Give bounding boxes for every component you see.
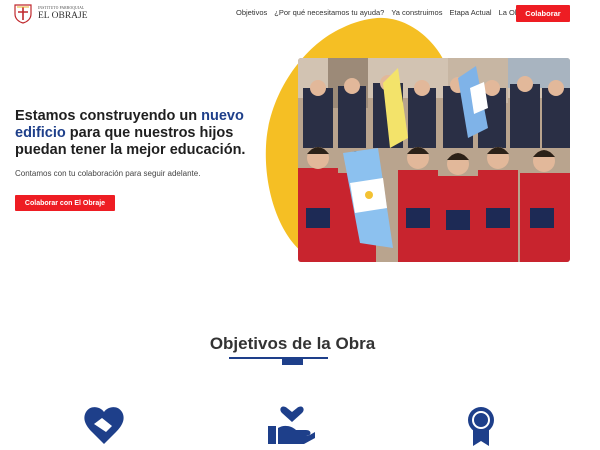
- nav-etapa-actual[interactable]: Etapa Actual: [449, 8, 491, 17]
- award-ribbon-icon: [468, 407, 494, 446]
- logo-big-text: EL OBRAJE: [38, 10, 88, 21]
- logo-small-text: INSTITUTO PARROQUIAL: [38, 5, 85, 10]
- hero-title-part1: Estamos construyendo un: [15, 108, 202, 124]
- colaborar-button[interactable]: Colaborar: [516, 5, 570, 22]
- handshake-heart-icon: [84, 407, 124, 444]
- hero-title: Estamos construyendo un nuevo edificio p…: [15, 108, 265, 159]
- crest-icon: [14, 4, 32, 24]
- hero-photo: [298, 58, 570, 262]
- school-logo[interactable]: INSTITUTO PARROQUIAL EL OBRAJE: [14, 4, 88, 24]
- hand-holding-heart-icon: [268, 406, 315, 444]
- colaborar-hero-button[interactable]: Colaborar con El Obraje: [15, 195, 115, 211]
- hero-subtitle: Contamos con tu colaboración para seguir…: [15, 169, 201, 178]
- section-title: Objetivos de la Obra: [209, 334, 376, 353]
- students-photo-illustration: [298, 58, 570, 262]
- section-underline-accent: [282, 357, 303, 365]
- section-underline: [229, 357, 328, 359]
